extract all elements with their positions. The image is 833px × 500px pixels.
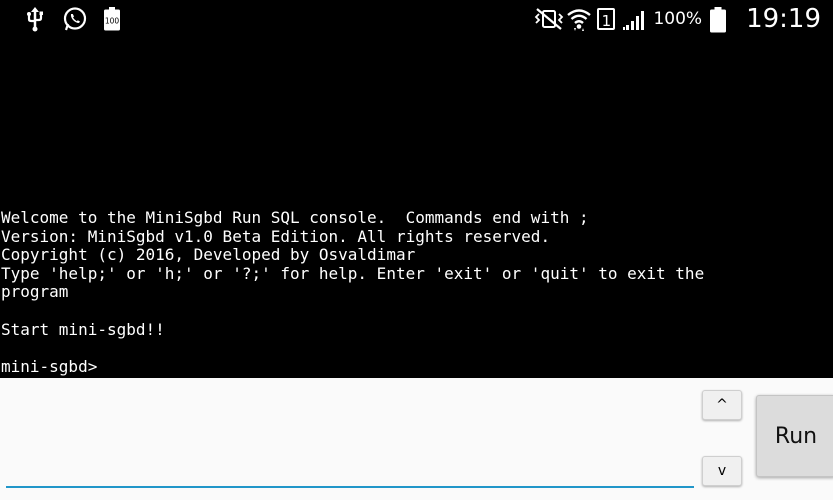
clock: 19:19 [746, 4, 821, 34]
whatsapp-icon [62, 6, 88, 32]
console-line-help: Type 'help;' or 'h;' or '?;' for help. E… [1, 263, 705, 283]
history-up-button[interactable]: ^ [702, 390, 742, 420]
wifi-icon [565, 6, 592, 32]
svg-text:100: 100 [105, 17, 120, 26]
usb-icon [22, 6, 48, 32]
signal-icon [621, 6, 647, 32]
battery-percent: 100% [653, 9, 703, 29]
console-line-start: Start mini-sgbd!! [1, 319, 165, 339]
console-line-version: Version: MiniSgbd v1.0 Beta Edition. All… [1, 226, 551, 246]
console-line-welcome: Welcome to the MiniSgbd Run SQL console.… [1, 208, 589, 227]
console-lines: Welcome to the MiniSgbd Run SQL console.… [1, 208, 705, 376]
battery-100-icon: 100 [102, 6, 128, 32]
notification-icons: 100 [22, 6, 128, 32]
vibrate-mute-icon [533, 6, 564, 32]
console-output: Welcome to the MiniSgbd Run SQL console.… [0, 40, 833, 378]
system-icons: 1 100% 19:19 [533, 4, 821, 34]
battery-icon [708, 6, 734, 33]
run-button[interactable]: Run [756, 395, 833, 477]
sql-command-input[interactable] [6, 384, 694, 488]
command-input-area: ^ v Run [0, 378, 833, 500]
status-bar: 100 1 100% 19:19 [0, 0, 833, 40]
history-down-button[interactable]: v [702, 456, 742, 486]
sim-icon: 1 [597, 8, 616, 30]
console-prompt: mini-sgbd> [1, 356, 98, 376]
console-line-copyright: Copyright (c) 2016, Developed by Osvaldi… [1, 245, 416, 265]
console-line-help-wrap: program [1, 282, 69, 302]
